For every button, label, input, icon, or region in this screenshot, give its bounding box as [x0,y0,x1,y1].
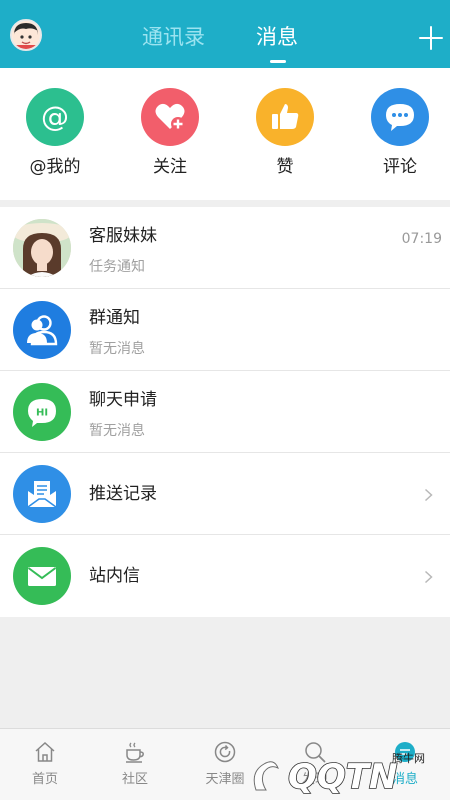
nav-item-community[interactable]: 社区 [90,729,180,800]
list-item-title: 客服妹妹 [89,226,157,246]
heart-plus-icon [141,88,199,146]
quick-actions: @ @我的 关注 赞 评论 [0,68,450,200]
list-item-site-mail[interactable]: 站内信 [0,535,450,617]
list-item-group-notice[interactable]: 群通知 暂无消息 [0,289,450,371]
quick-action-at-me[interactable]: @ @我的 [0,88,110,179]
quick-action-like[interactable]: 赞 [230,88,340,179]
active-tab-indicator [270,60,286,63]
home-icon [35,741,55,762]
list-item-customer-service[interactable]: 客服妹妹 任务通知 07:19 [0,207,450,289]
svg-text:腾牛网: 腾牛网 [392,751,425,765]
avatar-icon [12,21,40,49]
quick-action-label: @我的 [29,157,81,177]
svg-text:HI: HI [36,408,48,419]
quick-action-comment[interactable]: 评论 [345,88,450,179]
qqtn-watermark-logo: QQTN 腾牛网 [253,751,425,796]
quick-action-label: 评论 [383,157,417,177]
list-item-subtitle: 暂无消息 [89,341,145,357]
nav-item-home[interactable]: 首页 [0,729,90,800]
svg-text:QQTN: QQTN [288,757,397,796]
list-item-title: 群通知 [89,308,140,328]
tab-messages[interactable]: 消息 [256,22,298,52]
list-item-title: 推送记录 [89,484,157,504]
at-icon: @ [26,88,84,146]
user-avatar[interactable] [10,19,42,51]
quick-action-label: 赞 [276,157,294,177]
add-icon[interactable] [419,26,443,50]
list-item-title: 聊天申请 [89,390,157,410]
top-header: 通讯录 消息 [0,0,450,68]
svg-text:@: @ [41,100,69,133]
hi-chat-icon: HI [13,383,71,441]
list-item-chat-request[interactable]: HI 聊天申请 暂无消息 [0,371,450,453]
quick-action-label: 关注 [153,157,187,177]
tab-contacts[interactable]: 通讯录 [142,22,205,52]
list-item-time: 07:19 [401,231,442,247]
message-list: 客服妹妹 任务通知 07:19 群通知 暂无消息 HI 聊天申请 暂无消息 推送… [0,207,450,617]
customer-service-avatar [13,219,71,277]
envelope-icon [13,547,71,605]
coffee-cup-icon [126,742,144,763]
list-item-title: 站内信 [89,566,140,586]
list-item-subtitle: 暂无消息 [89,423,145,439]
nav-label: 社区 [121,772,148,787]
list-item-push-record[interactable]: 推送记录 [0,453,450,535]
group-icon [13,301,71,359]
thumbs-up-icon [256,88,314,146]
push-record-icon [13,465,71,523]
chat-bubble-icon [371,88,429,146]
list-item-subtitle: 任务通知 [89,259,145,275]
chevron-right-icon [424,570,433,584]
chevron-right-icon [424,488,433,502]
nav-label: 首页 [31,772,58,787]
quick-action-follow[interactable]: 关注 [115,88,225,179]
refresh-circle-icon [214,741,236,763]
